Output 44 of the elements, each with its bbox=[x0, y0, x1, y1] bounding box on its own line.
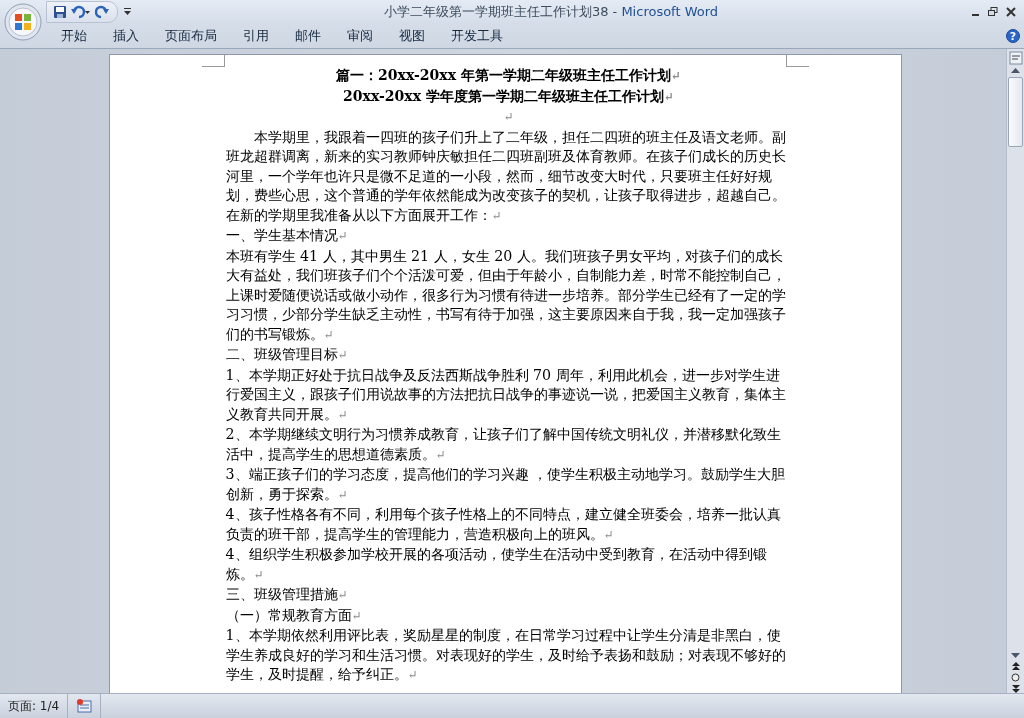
page-count[interactable]: 页面: 1/4 bbox=[8, 697, 60, 715]
body-paragraph: 1、本学期正好处于抗日战争及反法西斯战争胜利 70 周年，利用此机会，进一步对学生进行爱国主义，跟孩子们用说故事的方法把抗日战争的事迹说一说，把爱国主义教育，集体主义教育共同开展。↵ bbox=[225, 365, 787, 424]
crop-mark bbox=[785, 55, 809, 67]
office-button[interactable] bbox=[4, 3, 42, 41]
document-heading: 20xx-20xx 学年度第一学期二年级班主任工作计划↵ bbox=[342, 87, 675, 106]
customize-arrow-icon[interactable] bbox=[124, 8, 131, 16]
ribbon-tab[interactable]: 引用 bbox=[230, 24, 282, 48]
proofing-icon[interactable] bbox=[76, 699, 93, 713]
help-button[interactable]: ? bbox=[1006, 29, 1020, 43]
empty-paragraph: ↵ bbox=[502, 109, 515, 126]
ribbon-tab[interactable]: 开发工具 bbox=[438, 24, 516, 48]
ribbon-tab[interactable]: 开始 bbox=[48, 24, 100, 48]
document-heading: 篇一：20xx-20xx 年第一学期二年级班主任工作计划↵ bbox=[335, 66, 682, 85]
redo-icon[interactable] bbox=[95, 5, 109, 19]
body-paragraph: 三、班级管理措施↵ bbox=[225, 585, 349, 604]
close-icon[interactable] bbox=[1006, 7, 1016, 17]
undo-icon[interactable] bbox=[71, 5, 91, 19]
ribbon-tab[interactable]: 审阅 bbox=[334, 24, 386, 48]
app-name: Microsoft Word bbox=[621, 4, 719, 19]
ribbon-tab[interactable]: 插入 bbox=[100, 24, 152, 48]
crop-mark bbox=[201, 55, 225, 67]
body-paragraph: 4、孩子性格各有不同，利用每个孩子性格上的不同特点，建立健全班委会，培养一批认真负责的班干部，提高学生的管理能力，营造积极向上的班风。↵ bbox=[225, 505, 782, 544]
save-icon[interactable] bbox=[53, 5, 67, 19]
body-paragraph: 本班有学生 41 人，其中男生 21 人，女生 20 人。我们班孩子男女平均，对孩子们的成长大有益处，我们班孩子们个个活泼可爱，但由于年龄小，自制能力差，时常不能控制自己，上课时爱随便说话或做小动作，很多行为习惯有待进一步培养。部分学生已经有了一定的学习习惯，少部分学生缺乏主动性，书写有待于加强，这主要原因来自于我，我一定加强孩子们的书写锻炼。↵ bbox=[225, 246, 787, 344]
body-paragraph: （一）常规教育方面↵ bbox=[225, 605, 363, 625]
scroll-thumb[interactable] bbox=[1008, 77, 1023, 147]
previous-page-icon[interactable] bbox=[1011, 662, 1020, 670]
title-separator: - bbox=[612, 4, 618, 19]
scroll-up-icon[interactable] bbox=[1011, 68, 1020, 74]
body-paragraph: 本学期里，我跟着一四班的孩子们升上了二年级，担任二四班的班主任及语文老师。副班龙超群调离，新来的实习教师钟庆敏担任二四班副班及体育教师。在孩子们成长的历史长河里，一个学年也许只是微不足道的一小段，然而，细节改变大时代，只要班主任好好规划，费些心思，这个普通的学年依然能成为改变孩子的契机，让孩子取得进步，超越自己。在新的学期里我准备从以下方面展开工作：↵ bbox=[225, 127, 787, 225]
ribbon-tab[interactable]: 视图 bbox=[386, 24, 438, 48]
document-title: 小学二年级第一学期班主任工作计划38 bbox=[383, 4, 609, 19]
browse-object-icon[interactable] bbox=[1011, 673, 1020, 682]
body-paragraph: 2、本学期继续文明行为习惯养成教育，让孩子们了解中国传统文明礼仪，并潜移默化致生活中，提高学生的思想道德素质。↵ bbox=[225, 425, 782, 464]
body-paragraph: 二、班级管理目标↵ bbox=[225, 345, 349, 364]
body-paragraph: 一、学生基本情况↵ bbox=[225, 226, 349, 245]
body-paragraph: 4、组织学生积极参加学校开展的各项活动，使学生在活动中受到教育，在活动中得到锻炼。↵ bbox=[225, 545, 768, 584]
body-paragraph: 1、本学期依然利用评比表，奖励星星的制度，在日常学习过程中让学生分清是非黑白，使学生养成良好的学习和生活习惯。对表现好的学生，及时给予表扬和鼓励；对表现不够好的学生，及时提醒，给予纠正。↵ bbox=[225, 626, 787, 684]
ruler-toggle-icon[interactable] bbox=[1008, 51, 1023, 65]
body-paragraph: 3、端正孩子们的学习态度，提高他们的学习兴趣 ，使学生积极主动地学习。鼓励学生大胆创新，勇于探索。↵ bbox=[225, 465, 787, 504]
ribbon-tab[interactable]: 页面布局 bbox=[152, 24, 230, 48]
ribbon-tab[interactable]: 邮件 bbox=[282, 24, 334, 48]
restore-icon[interactable] bbox=[988, 7, 998, 17]
scroll-down-icon[interactable] bbox=[1011, 653, 1020, 659]
